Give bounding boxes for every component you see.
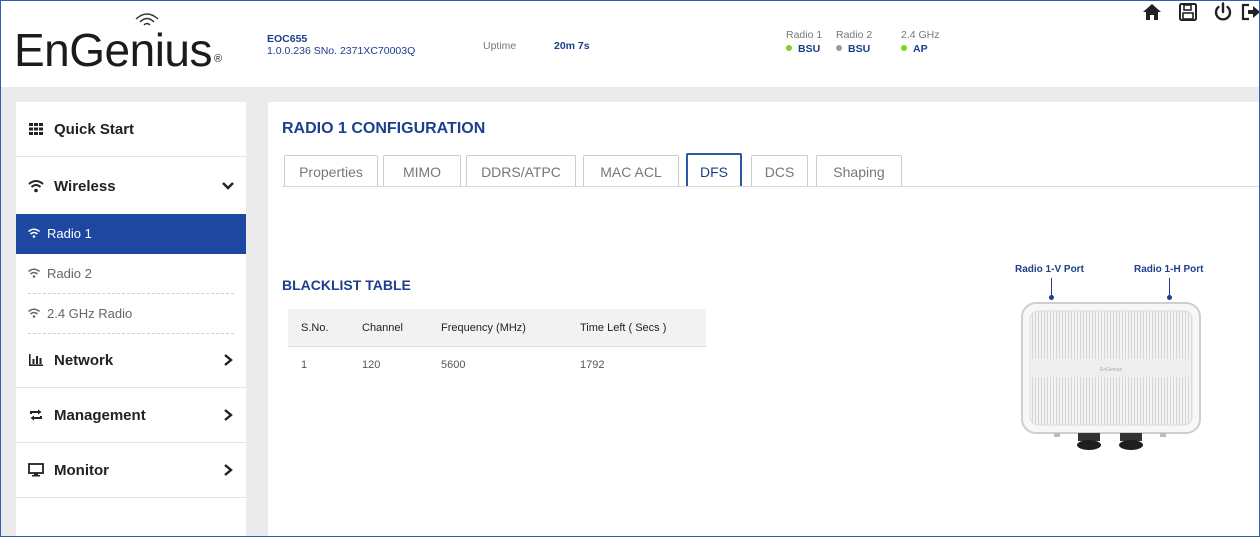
device-image: EnGenius xyxy=(1021,302,1201,450)
wifi-icon xyxy=(28,268,40,278)
refresh-icon xyxy=(30,409,42,421)
sidebar-item-quick-start[interactable]: Quick Start xyxy=(16,102,246,157)
sidebar-subitem-radio-2[interactable]: Radio 2 xyxy=(16,254,246,294)
sidebar-subitem-radio-1[interactable]: Radio 1 xyxy=(16,214,246,254)
radio-24-name: 2.4 GHz xyxy=(901,29,940,41)
tab-underline xyxy=(282,186,1259,187)
status-dot xyxy=(901,45,907,51)
app-window: EnGenius ® EOC655 1.0.0.236 SNo. 2371XC70… xyxy=(0,0,1260,537)
wifi-icon xyxy=(28,308,40,318)
wifi-icon xyxy=(28,180,44,193)
sidebar-item-label: Monitor xyxy=(54,462,109,479)
blacklist-table: S.No. Channel Frequency (MHz) Time Left … xyxy=(288,309,706,383)
column-header: Time Left ( Secs ) xyxy=(567,309,706,347)
sidebar-subitem-24ghz-radio[interactable]: 2.4 GHz Radio xyxy=(16,294,246,334)
table-cell: 1 xyxy=(288,346,349,383)
firmware-serial: 1.0.0.236 SNo. 2371XC70003Q xyxy=(267,45,416,57)
device-brand: EnGenius xyxy=(1100,367,1122,373)
radio-24-state: AP xyxy=(913,43,928,55)
sidebar-item-label: Network xyxy=(54,352,114,369)
logo-text: EnGenius xyxy=(14,24,213,76)
sidebar: Quick Start Wireless Radio 1 Radio 2 2.4… xyxy=(16,102,246,536)
sidebar-item-label: Wireless xyxy=(54,178,116,195)
column-header: Frequency (MHz) xyxy=(428,309,567,347)
sidebar-item-monitor[interactable]: Monitor xyxy=(16,443,246,498)
table-cell: 1792 xyxy=(567,346,706,383)
sidebar-item-network[interactable]: Network xyxy=(16,333,246,388)
home-icon[interactable] xyxy=(1141,1,1163,23)
status-dot xyxy=(786,45,792,51)
table-row: 1 120 5600 1792 xyxy=(288,346,706,383)
table-cell: 120 xyxy=(349,346,428,383)
radio-2-name: Radio 2 xyxy=(836,29,873,41)
table-header-row: S.No. Channel Frequency (MHz) Time Left … xyxy=(288,309,706,347)
header: EnGenius ® EOC655 1.0.0.236 SNo. 2371XC70… xyxy=(1,1,1259,87)
radio-1-state: BSU xyxy=(798,43,821,55)
sidebar-subitem-label: Radio 2 xyxy=(47,266,92,281)
tab-shaping[interactable]: Shaping xyxy=(816,155,902,186)
device-info: EOC655 1.0.0.236 SNo. 2371XC70003Q xyxy=(267,33,415,57)
tab-dfs[interactable]: DFS xyxy=(686,153,742,186)
tab-dcs[interactable]: DCS xyxy=(751,155,808,186)
port-pointer xyxy=(1051,278,1052,296)
sidebar-item-management[interactable]: Management xyxy=(16,388,246,443)
engenius-logo: EnGenius ® xyxy=(14,23,222,77)
tab-properties[interactable]: Properties xyxy=(284,155,378,186)
table-cell: 5600 xyxy=(428,346,567,383)
port-label-h: Radio 1-H Port xyxy=(1134,264,1204,275)
tab-mac-acl[interactable]: MAC ACL xyxy=(583,155,679,186)
port-marker xyxy=(1049,295,1054,300)
chevron-right-icon xyxy=(224,409,233,421)
logo-registered: ® xyxy=(214,53,222,65)
status-dot xyxy=(836,45,842,51)
chevron-right-icon xyxy=(224,464,233,476)
save-icon[interactable] xyxy=(1177,1,1199,23)
radio-2-status: Radio 2 BSU xyxy=(836,29,872,55)
port-marker xyxy=(1167,295,1172,300)
sidebar-subitem-label: Radio 1 xyxy=(47,226,92,241)
left-gutter xyxy=(1,87,16,536)
logout-icon[interactable] xyxy=(1240,1,1260,23)
column-header: S.No. xyxy=(288,309,349,347)
sidebar-item-label: Management xyxy=(54,407,146,424)
main-content: RADIO 1 CONFIGURATION Properties MIMO DD… xyxy=(268,102,1259,536)
tab-ddrs-atpc[interactable]: DDRS/ATPC xyxy=(466,155,576,186)
logo-wifi-icon xyxy=(135,13,159,26)
header-gap xyxy=(1,87,1259,102)
sidebar-item-label: Quick Start xyxy=(54,121,135,138)
wifi-icon xyxy=(28,228,40,238)
section-title: BLACKLIST TABLE xyxy=(282,277,411,293)
grid-icon xyxy=(29,123,43,135)
sidebar-gap xyxy=(246,87,268,536)
chevron-down-icon xyxy=(222,182,234,190)
uptime-value: 20m 7s xyxy=(554,40,590,52)
radio-1-name: Radio 1 xyxy=(786,29,823,41)
tab-mimo[interactable]: MIMO xyxy=(383,155,461,186)
radio-2-state: BSU xyxy=(848,43,871,55)
power-icon[interactable] xyxy=(1212,1,1234,23)
page-title: RADIO 1 CONFIGURATION xyxy=(282,120,486,137)
uptime-label: Uptime xyxy=(483,40,517,52)
radio-1-status: Radio 1 BSU xyxy=(786,29,822,55)
radio-24-status: 2.4 GHz AP xyxy=(901,29,940,55)
sidebar-item-wireless[interactable]: Wireless xyxy=(16,157,246,214)
sidebar-subitem-label: 2.4 GHz Radio xyxy=(47,306,133,321)
port-label-v: Radio 1-V Port xyxy=(1015,264,1084,275)
bar-chart-icon xyxy=(29,354,43,366)
monitor-icon xyxy=(28,463,44,477)
device-model: EOC655 xyxy=(267,33,308,45)
chevron-right-icon xyxy=(224,354,233,366)
port-pointer xyxy=(1169,278,1170,296)
column-header: Channel xyxy=(349,309,428,347)
